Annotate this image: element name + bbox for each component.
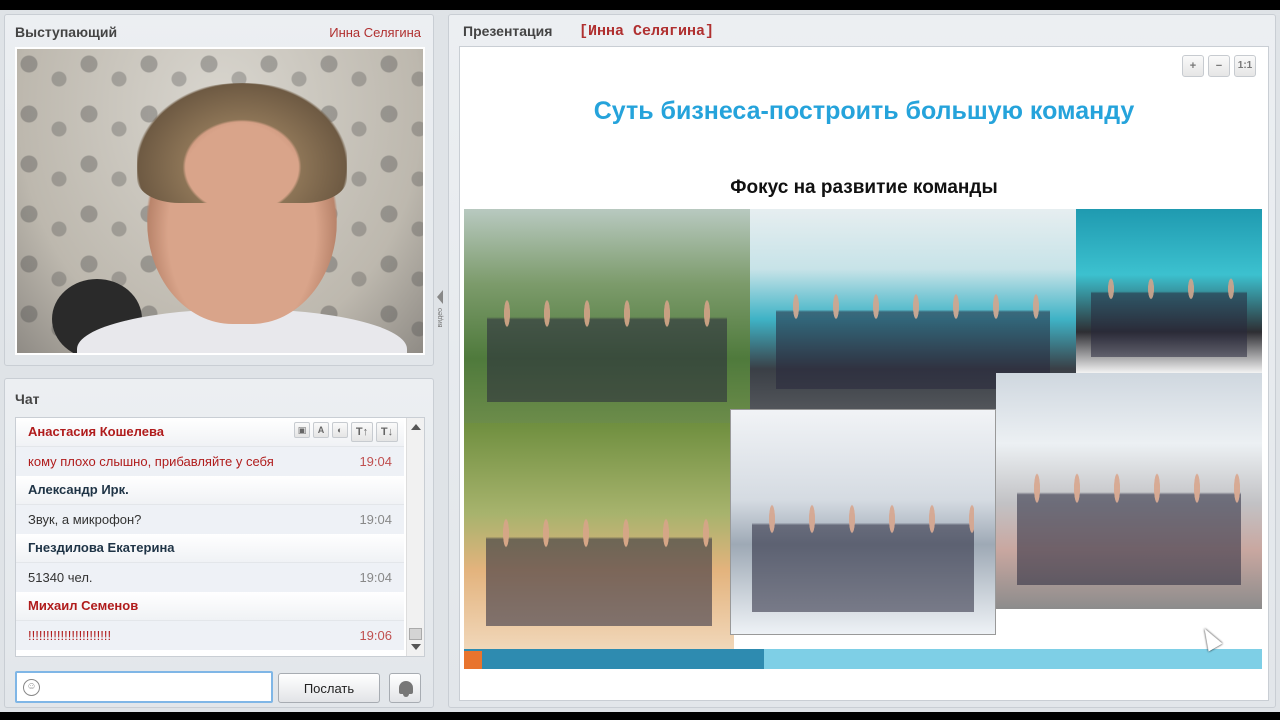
slide-footer-band-dark (464, 649, 764, 669)
scroll-down-icon[interactable] (411, 644, 421, 650)
chat-message-author: Михаил Семенов (16, 592, 404, 621)
collapse-handle-label: видео (437, 308, 444, 328)
slide-footer-accent (464, 651, 482, 669)
message-body: Звук, а микрофон? (28, 512, 142, 527)
speaker-panel: Выступающий Инна Селягина (4, 14, 434, 366)
message-time: 19:04 (359, 512, 392, 527)
font-decrease-icon[interactable]: T↓ (376, 422, 398, 442)
photo-people (1090, 266, 1248, 357)
color-icon[interactable]: ◐ (332, 422, 348, 438)
chat-panel-title: Чат (15, 391, 40, 407)
scroll-up-icon[interactable] (411, 424, 421, 430)
message-body: !!!!!!!!!!!!!!!!!!!!!!! (28, 628, 112, 643)
scroll-thumb[interactable] (409, 628, 422, 640)
photo-people (486, 283, 728, 402)
slide-heading: Суть бизнеса-построить большую команду (593, 97, 1135, 125)
speaker-video[interactable] (15, 47, 425, 355)
bell-icon (399, 681, 413, 697)
team-photo-winter (730, 409, 996, 635)
zoom-out-button[interactable]: − (1208, 55, 1230, 77)
photo-people (752, 488, 974, 612)
chat-message-text: !!!!!!!!!!!!!!!!!!!!!!! 19:06 (16, 621, 404, 650)
team-photo-party (1076, 209, 1262, 373)
team-photo-field (464, 209, 750, 423)
chat-message-author: Анастасия Кошелева ▣ A ◐ T↑ T↓ (16, 418, 404, 447)
slide-subheading: Фокус на развитие команды (730, 177, 998, 198)
slide-viewer[interactable]: + − 1:1 Суть бизнеса-построить большую к… (459, 46, 1269, 701)
message-body: 51340 чел. (28, 570, 93, 585)
chat-input-box[interactable]: ☺ (15, 671, 273, 703)
image-icon[interactable]: ▣ (294, 422, 310, 438)
zoom-in-button[interactable]: + (1182, 55, 1204, 77)
chat-message-author: Александр Ирк. (16, 476, 404, 505)
notification-button[interactable] (389, 673, 421, 703)
author-name: Анастасия Кошелева (28, 424, 165, 439)
photo-people (1017, 455, 1241, 586)
message-body: кому плохо слышно, прибавляйте у себя (28, 454, 274, 469)
message-time: 19:04 (359, 454, 392, 469)
chat-message-list[interactable]: Анастасия Кошелева ▣ A ◐ T↑ T↓ кому плох… (15, 417, 425, 657)
chat-panel: Чат Анастасия Кошелева ▣ A ◐ T↑ T↓ кому … (4, 378, 434, 708)
zoom-reset-button[interactable]: 1:1 (1234, 55, 1256, 77)
font-increase-icon[interactable]: T↑ (351, 422, 373, 442)
photo-people (485, 502, 713, 627)
chat-message-author: Гнездилова Екатерина (16, 534, 404, 563)
chevron-left-icon (437, 290, 443, 304)
chat-message-input[interactable] (47, 677, 267, 699)
font-icon[interactable]: A (313, 422, 329, 438)
message-time: 19:04 (359, 570, 392, 585)
message-time: 19:06 (359, 628, 392, 643)
speaker-hair (137, 83, 347, 203)
team-photo-selfie (464, 423, 734, 649)
webinar-app: Выступающий Инна Селягина видео Чат Анас… (0, 10, 1280, 712)
mouse-pointer-icon (1197, 624, 1223, 652)
author-name: Михаил Семенов (28, 598, 139, 613)
speaker-presenter-name: Инна Селягина (329, 25, 421, 40)
chat-message-text: кому плохо слышно, прибавляйте у себя 19… (16, 447, 404, 476)
speaker-panel-title: Выступающий (15, 24, 118, 40)
presentation-panel-title: Презентация (463, 23, 553, 39)
team-photo-outdoor-group (996, 373, 1262, 609)
chat-scrollbar[interactable] (406, 418, 424, 656)
chat-toolbar: ▣ A ◐ T↑ T↓ (294, 422, 398, 442)
chat-message-text: 51340 чел. 19:04 (16, 563, 404, 592)
presentation-presenter-name: [Инна Селягина] (579, 23, 715, 40)
chat-message-text: Звук, а микрофон? 19:04 (16, 505, 404, 534)
presentation-panel: Презентация [Инна Селягина] + − 1:1 Суть… (448, 14, 1276, 708)
author-name: Александр Ирк. (28, 482, 129, 497)
panel-collapse-handle[interactable]: видео (436, 290, 446, 350)
send-button[interactable]: Послать (278, 673, 380, 703)
emoji-icon[interactable]: ☺ (23, 679, 40, 696)
author-name: Гнездилова Екатерина (28, 540, 175, 555)
